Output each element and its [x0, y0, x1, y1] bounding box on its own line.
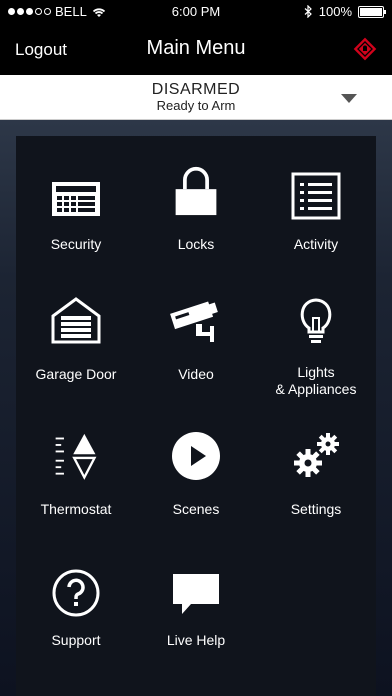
menu-label-scenes: Scenes	[172, 501, 220, 517]
menu-label-activity: Activity	[293, 236, 339, 252]
battery-icon	[358, 5, 386, 18]
menu-label-support: Support	[51, 632, 101, 648]
menu-item-support[interactable]: Support	[16, 556, 136, 686]
menu-label-security: Security	[50, 236, 102, 252]
garage-icon	[51, 297, 101, 344]
bluetooth-icon	[304, 5, 312, 18]
menu-item-live-help[interactable]: Live Help	[136, 556, 256, 686]
menu-item-garage-door[interactable]: Garage Door	[16, 276, 136, 406]
menu-item-video[interactable]: Video	[136, 276, 256, 406]
menu-label-garage-door: Garage Door	[35, 366, 117, 382]
play-icon	[172, 432, 220, 480]
menu-item-locks[interactable]: Locks	[136, 136, 256, 266]
menu-label-settings: Settings	[290, 501, 342, 517]
menu-label-locks: Locks	[177, 236, 215, 252]
menu-label-live-help: Live Help	[166, 632, 226, 648]
menu-item-settings[interactable]: Settings	[256, 416, 376, 546]
menu-label-lights-line2: & Appliances	[275, 381, 357, 397]
nav-bar: Logout Main Menu	[0, 30, 392, 70]
menu-item-security[interactable]: Security	[16, 136, 136, 266]
page-title: Main Menu	[146, 37, 246, 59]
battery-fill	[360, 7, 382, 16]
menu-label-lights-line1: Lights	[297, 364, 335, 380]
status-bar: BELL 6:00 PM 100%	[0, 0, 392, 24]
keypad-icon	[52, 182, 100, 216]
thermostat-icon	[55, 433, 97, 480]
menu-label-lights: Lights & Appliances	[256, 364, 376, 398]
battery-percent: 100%	[318, 4, 352, 19]
arm-state-bar[interactable]: DISARMED Ready to Arm	[0, 75, 392, 120]
camera-icon	[170, 301, 218, 342]
status-right: 100%	[304, 4, 386, 19]
menu-panel: Security Locks Activity Garage Door Vide…	[16, 136, 376, 696]
list-icon	[291, 172, 341, 220]
bulb-icon	[300, 298, 332, 343]
shield-brand-icon[interactable]	[352, 36, 378, 62]
lock-icon	[175, 167, 217, 216]
menu-item-lights[interactable]: Lights & Appliances	[256, 276, 376, 406]
arm-state-sub: Ready to Arm	[156, 98, 236, 113]
chevron-down-icon[interactable]	[341, 94, 357, 103]
question-icon	[52, 569, 100, 617]
menu-item-thermostat[interactable]: Thermostat	[16, 416, 136, 546]
menu-label-thermostat: Thermostat	[40, 501, 112, 517]
menu-label-video: Video	[178, 366, 214, 382]
menu-item-scenes[interactable]: Scenes	[136, 416, 256, 546]
arm-state: DISARMED	[151, 81, 241, 98]
menu-item-activity[interactable]: Activity	[256, 136, 376, 266]
gears-icon	[294, 433, 339, 477]
chat-icon	[173, 574, 219, 614]
